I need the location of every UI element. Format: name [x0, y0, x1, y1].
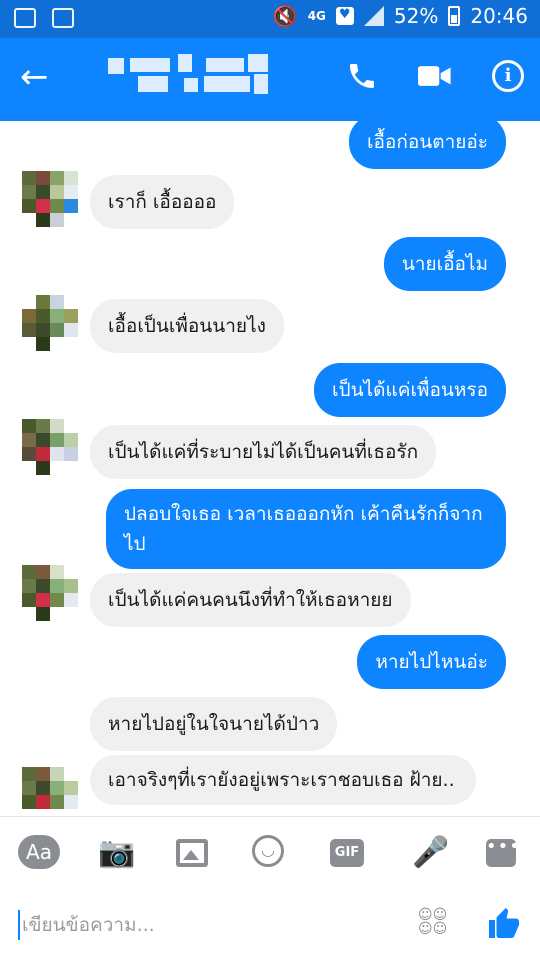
heart-icon — [335, 7, 354, 25]
message-bubble-incoming[interactable]: เป็นได้แค่คนคนนึงที่ทำให้เธอหายย — [90, 573, 411, 627]
phone-icon[interactable] — [346, 60, 378, 92]
message-bubble-incoming[interactable]: เอื้อเป็นเพื่อนนายไง — [90, 299, 284, 353]
mute-icon: 🔇 — [272, 4, 298, 28]
status-bar: 🔇 4G 52% 20:46 — [0, 0, 540, 38]
avatar[interactable] — [22, 767, 78, 816]
avatar[interactable] — [22, 565, 78, 621]
video-camera-icon[interactable] — [418, 63, 452, 89]
message-input[interactable] — [18, 910, 378, 940]
text-format-button[interactable]: Aa — [18, 835, 60, 869]
card-notification-icon — [52, 8, 74, 28]
message-bubble-outgoing[interactable]: เอื้อก่อนตายอ่ะ — [349, 121, 506, 169]
battery-percent: 52% — [393, 4, 439, 28]
network-type: 4G — [307, 9, 326, 23]
message-bubble-incoming[interactable]: หายไปอยู่ในใจนายได้ป่าว — [90, 697, 338, 751]
message-bubble-incoming[interactable]: เราก็ เอื้ออออ — [90, 175, 235, 229]
composer-toolbar: Aa 📷 ◡ GIF 🎤 ••• — [0, 816, 540, 888]
header-actions: i — [346, 60, 524, 92]
status-right: 🔇 4G 52% 20:46 — [273, 4, 528, 28]
image-notification-icon — [14, 8, 36, 28]
message-bubble-incoming[interactable]: เอาจริงๆที่เรายังอยู่เพราะเราชอบเธอ ฝ้าย… — [90, 755, 476, 805]
message-bubble-outgoing[interactable]: นายเอื้อไม — [383, 237, 506, 291]
contact-name-pixelated[interactable] — [108, 54, 284, 100]
clock: 20:46 — [470, 4, 528, 28]
more-options-icon[interactable]: ••• — [486, 838, 520, 867]
message-bubble-outgoing[interactable]: ปลอบใจเธอ เวลาเธอออกหัก เค้าคืนรักก็จากไ… — [106, 489, 506, 569]
battery-icon — [448, 6, 461, 26]
emoji-icon[interactable]: ◡ — [252, 835, 284, 867]
avatar[interactable] — [22, 295, 78, 351]
conversation-header: ← i — [0, 38, 540, 121]
message-bubble-outgoing[interactable]: เป็นได้แค่เพื่อนหรอ — [314, 363, 506, 417]
gif-button[interactable]: GIF — [330, 839, 364, 867]
avatar[interactable] — [22, 171, 78, 227]
signal-icon — [363, 6, 384, 26]
message-bubble-incoming[interactable]: เป็นได้แค่ที่ระบายไม่ได้เป็นคนที่เธอรัก — [90, 425, 437, 479]
back-arrow-icon[interactable]: ← — [20, 60, 56, 96]
message-input-bar: ☺☺☺☺ — [0, 888, 540, 960]
info-icon[interactable]: i — [492, 60, 524, 92]
avatar[interactable] — [22, 419, 78, 475]
message-bubble-outgoing[interactable]: หายไปไหนอ่ะ — [357, 635, 506, 689]
stickers-icon[interactable]: ☺☺ ☺☺ — [418, 908, 450, 940]
gallery-icon[interactable] — [176, 839, 208, 867]
notification-icons — [14, 8, 74, 28]
message-list[interactable]: เอื้อก่อนตายอ่ะ เราก็ เอื้ออออ นายเอื้อไ… — [0, 121, 540, 816]
thumbs-up-icon[interactable] — [486, 904, 522, 942]
microphone-icon[interactable]: 🎤 — [412, 835, 449, 871]
camera-icon[interactable]: 📷 — [98, 835, 135, 871]
